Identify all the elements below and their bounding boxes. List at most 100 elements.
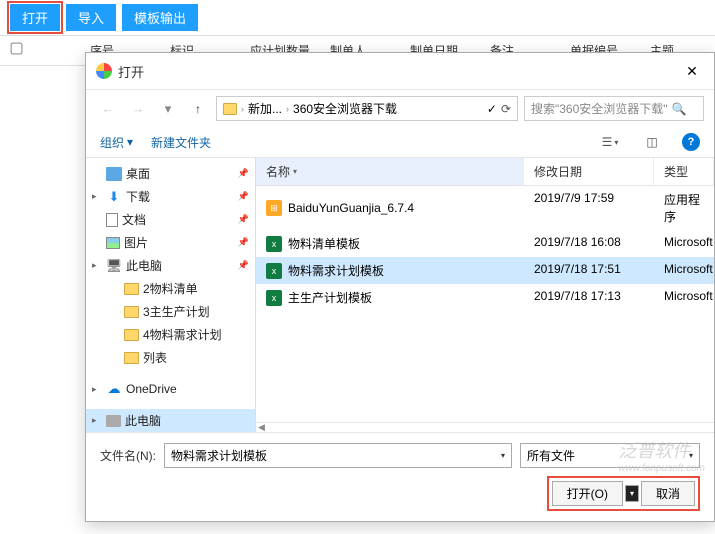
file-type: Microsoft <box>654 260 714 281</box>
chevron-icon: ▸ <box>92 384 102 395</box>
select-all-checkbox[interactable] <box>11 43 23 55</box>
tree-item[interactable]: ▸ 文档 📌 <box>86 208 255 231</box>
pin-icon: 📌 <box>238 214 249 225</box>
tree-item[interactable]: ▸ 3主生产计划 <box>86 300 255 323</box>
folder-tree[interactable]: ▸ 桌面 📌▸ ⬇ 下载 📌▸ 文档 📌▸ 图片 📌▸ 🖥 此电脑 📌▸ 2物料… <box>86 158 256 432</box>
tree-item[interactable]: ▸ ⬇ 下载 📌 <box>86 185 255 208</box>
tree-item-label: OneDrive <box>126 382 177 396</box>
open-button[interactable]: 打开 <box>10 4 60 31</box>
cloud-icon: ☁ <box>106 382 122 396</box>
file-row[interactable]: x物料清单模板 2019/7/18 16:08 Microsoft <box>256 230 714 257</box>
tree-item-label: 此电脑 <box>125 412 161 429</box>
nav-forward-icon[interactable]: → <box>126 97 150 121</box>
tree-item[interactable]: ▸ ☁ OneDrive <box>86 379 255 399</box>
pc-icon: 🖥 <box>106 259 122 273</box>
chevron-icon: ▸ <box>92 260 102 271</box>
import-button[interactable]: 导入 <box>66 4 116 31</box>
dialog-title: 打开 <box>118 62 680 81</box>
chevron-down-icon[interactable]: ▾ <box>689 451 693 460</box>
app-icon: ⊞ <box>266 200 282 216</box>
chevron-down-icon[interactable]: ▾ <box>501 451 505 460</box>
nav-up-icon[interactable]: ↑ <box>186 97 210 121</box>
pic-icon <box>106 237 120 249</box>
close-icon[interactable]: ✕ <box>680 59 704 83</box>
file-row[interactable]: x 主生产计划模板 2019/7/18 17:13 Microsoft <box>256 284 714 311</box>
desktop-icon <box>106 167 122 181</box>
resize-handle[interactable]: ◀ <box>256 422 714 432</box>
tree-item-label: 此电脑 <box>126 257 162 274</box>
cancel-button[interactable]: 取消 <box>641 481 695 506</box>
file-list[interactable]: ⊞BaiduYunGuanjia_6.7.4 2019/7/9 17:59 应用… <box>256 186 714 422</box>
tree-item[interactable]: ▸ 列表 <box>86 346 255 369</box>
excel-icon: x <box>266 263 282 279</box>
pin-icon: 📌 <box>238 191 249 202</box>
nav-recent-dropdown-icon[interactable]: ▾ <box>156 97 180 121</box>
pin-icon: 📌 <box>238 168 249 179</box>
file-row[interactable]: x物料需求计划模板 2019/7/18 17:51 Microsoft <box>256 257 714 284</box>
tree-item-label: 下载 <box>126 188 150 205</box>
column-type[interactable]: 类型 <box>654 158 714 185</box>
tree-item[interactable]: ▸ 2物料清单 <box>86 277 255 300</box>
pin-icon: 📌 <box>238 260 249 271</box>
folder-icon <box>223 103 237 115</box>
template-output-button[interactable]: 模板输出 <box>122 4 198 31</box>
tree-item-label: 4物料需求计划 <box>143 326 222 343</box>
chevron-down-icon: ▾ <box>127 135 133 149</box>
chevron-icon: ▸ <box>92 415 102 426</box>
file-open-dialog: 打开 ✕ ← → ▾ ↑ › 新加... › 360安全浏览器下载 ✓ ⟳ 搜索… <box>85 52 715 522</box>
chevron-right-icon: › <box>286 104 289 114</box>
tree-item-label: 列表 <box>143 349 167 366</box>
file-name: BaiduYunGuanjia_6.7.4 <box>288 201 414 215</box>
filename-input[interactable]: 物料需求计划模板 ▾ <box>164 443 512 468</box>
search-input[interactable]: 搜索"360安全浏览器下载" 🔍 <box>524 96 704 121</box>
tree-item[interactable]: ▸ 4物料需求计划 <box>86 323 255 346</box>
file-date: 2019/7/18 16:08 <box>524 233 654 254</box>
file-date: 2019/7/18 17:51 <box>524 260 654 281</box>
file-name: 物料清单模板 <box>288 235 360 252</box>
app-icon <box>96 63 112 79</box>
open-file-button[interactable]: 打开(O) <box>552 481 623 506</box>
file-row[interactable]: ⊞BaiduYunGuanjia_6.7.4 2019/7/9 17:59 应用… <box>256 186 714 230</box>
pcgray-icon <box>106 415 121 427</box>
dialog-titlebar[interactable]: 打开 ✕ <box>86 53 714 90</box>
view-options-icon[interactable]: ☰ ▾ <box>598 133 622 151</box>
file-name: 主生产计划模板 <box>288 289 372 306</box>
file-date: 2019/7/9 17:59 <box>524 189 654 227</box>
folder-icon <box>124 306 139 318</box>
breadcrumb-item[interactable]: 360安全浏览器下载 <box>293 100 397 117</box>
folder-icon <box>124 283 139 295</box>
filename-label: 文件名(N): <box>100 447 156 464</box>
breadcrumb-item[interactable]: 新加... <box>248 100 282 117</box>
tree-item[interactable]: ▸ 此电脑 <box>86 409 255 432</box>
tree-item-label: 2物料清单 <box>143 280 198 297</box>
help-icon[interactable]: ? <box>682 133 700 151</box>
tree-item-label: 图片 <box>124 234 148 251</box>
file-date: 2019/7/18 17:13 <box>524 287 654 308</box>
tree-item[interactable]: ▸ 🖥 此电脑 📌 <box>86 254 255 277</box>
tree-item[interactable]: ▸ 图片 📌 <box>86 231 255 254</box>
file-type: Microsoft <box>654 233 714 254</box>
tree-item-label: 文档 <box>122 211 146 228</box>
column-name[interactable]: 名称 ▾ <box>256 158 524 185</box>
doc-icon <box>106 213 118 227</box>
column-date[interactable]: 修改日期 <box>524 158 654 185</box>
nav-back-icon[interactable]: ← <box>96 97 120 121</box>
breadcrumb-dropdown-icon[interactable]: ✓ <box>487 102 497 116</box>
new-folder-button[interactable]: 新建文件夹 <box>151 134 211 151</box>
chevron-right-icon: › <box>241 104 244 114</box>
pin-icon: 📌 <box>238 237 249 248</box>
organize-button[interactable]: 组织 ▾ <box>100 134 133 151</box>
file-type: Microsoft <box>654 287 714 308</box>
preview-pane-icon[interactable]: ◫ <box>640 133 664 151</box>
file-list-header: 名称 ▾ 修改日期 类型 <box>256 158 714 186</box>
sort-down-icon: ▾ <box>293 167 297 176</box>
folder-icon <box>124 352 139 364</box>
search-placeholder: 搜索"360安全浏览器下载" <box>531 100 668 117</box>
open-split-dropdown[interactable]: ▾ <box>625 485 639 502</box>
tree-item[interactable]: ▸ 桌面 📌 <box>86 162 255 185</box>
excel-icon: x <box>266 290 282 306</box>
refresh-icon[interactable]: ⟳ <box>501 102 511 116</box>
filetype-select[interactable]: 所有文件 ▾ <box>520 443 700 468</box>
chevron-icon: ▸ <box>92 191 102 202</box>
breadcrumb[interactable]: › 新加... › 360安全浏览器下载 ✓ ⟳ <box>216 96 518 121</box>
